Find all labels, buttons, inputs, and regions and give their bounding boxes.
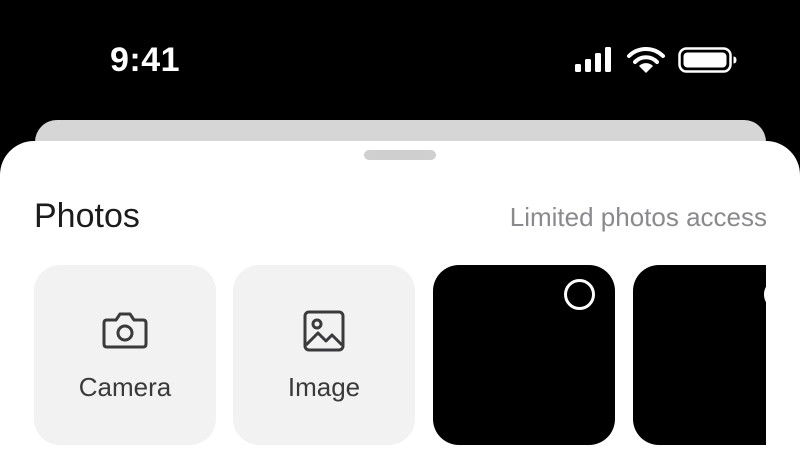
- sheet-title: Photos: [34, 197, 140, 235]
- photo-thumbnail[interactable]: [433, 265, 615, 445]
- wifi-icon: [627, 46, 665, 73]
- cellular-signal-icon: [575, 47, 611, 72]
- image-icon: [303, 310, 345, 352]
- status-bar: 9:41: [0, 0, 800, 110]
- sheet-grabber[interactable]: [364, 150, 436, 160]
- status-time: 9:41: [110, 41, 181, 79]
- photo-thumbnail[interactable]: [633, 265, 766, 445]
- photo-select-checkbox[interactable]: [564, 279, 595, 310]
- camera-label: Camera: [78, 372, 172, 402]
- photo-select-checkbox[interactable]: [764, 279, 766, 310]
- image-tile[interactable]: Image: [233, 265, 415, 445]
- photos-bottom-sheet: Photos Limited photos access Camera Imag…: [0, 141, 800, 471]
- image-label: Image: [287, 372, 361, 402]
- battery-icon: [678, 47, 737, 73]
- camera-icon: [102, 312, 148, 349]
- camera-tile[interactable]: Camera: [34, 265, 216, 445]
- limited-photos-access-link[interactable]: Limited photos access: [510, 201, 767, 233]
- photo-picker-row: Camera Image: [0, 265, 766, 455]
